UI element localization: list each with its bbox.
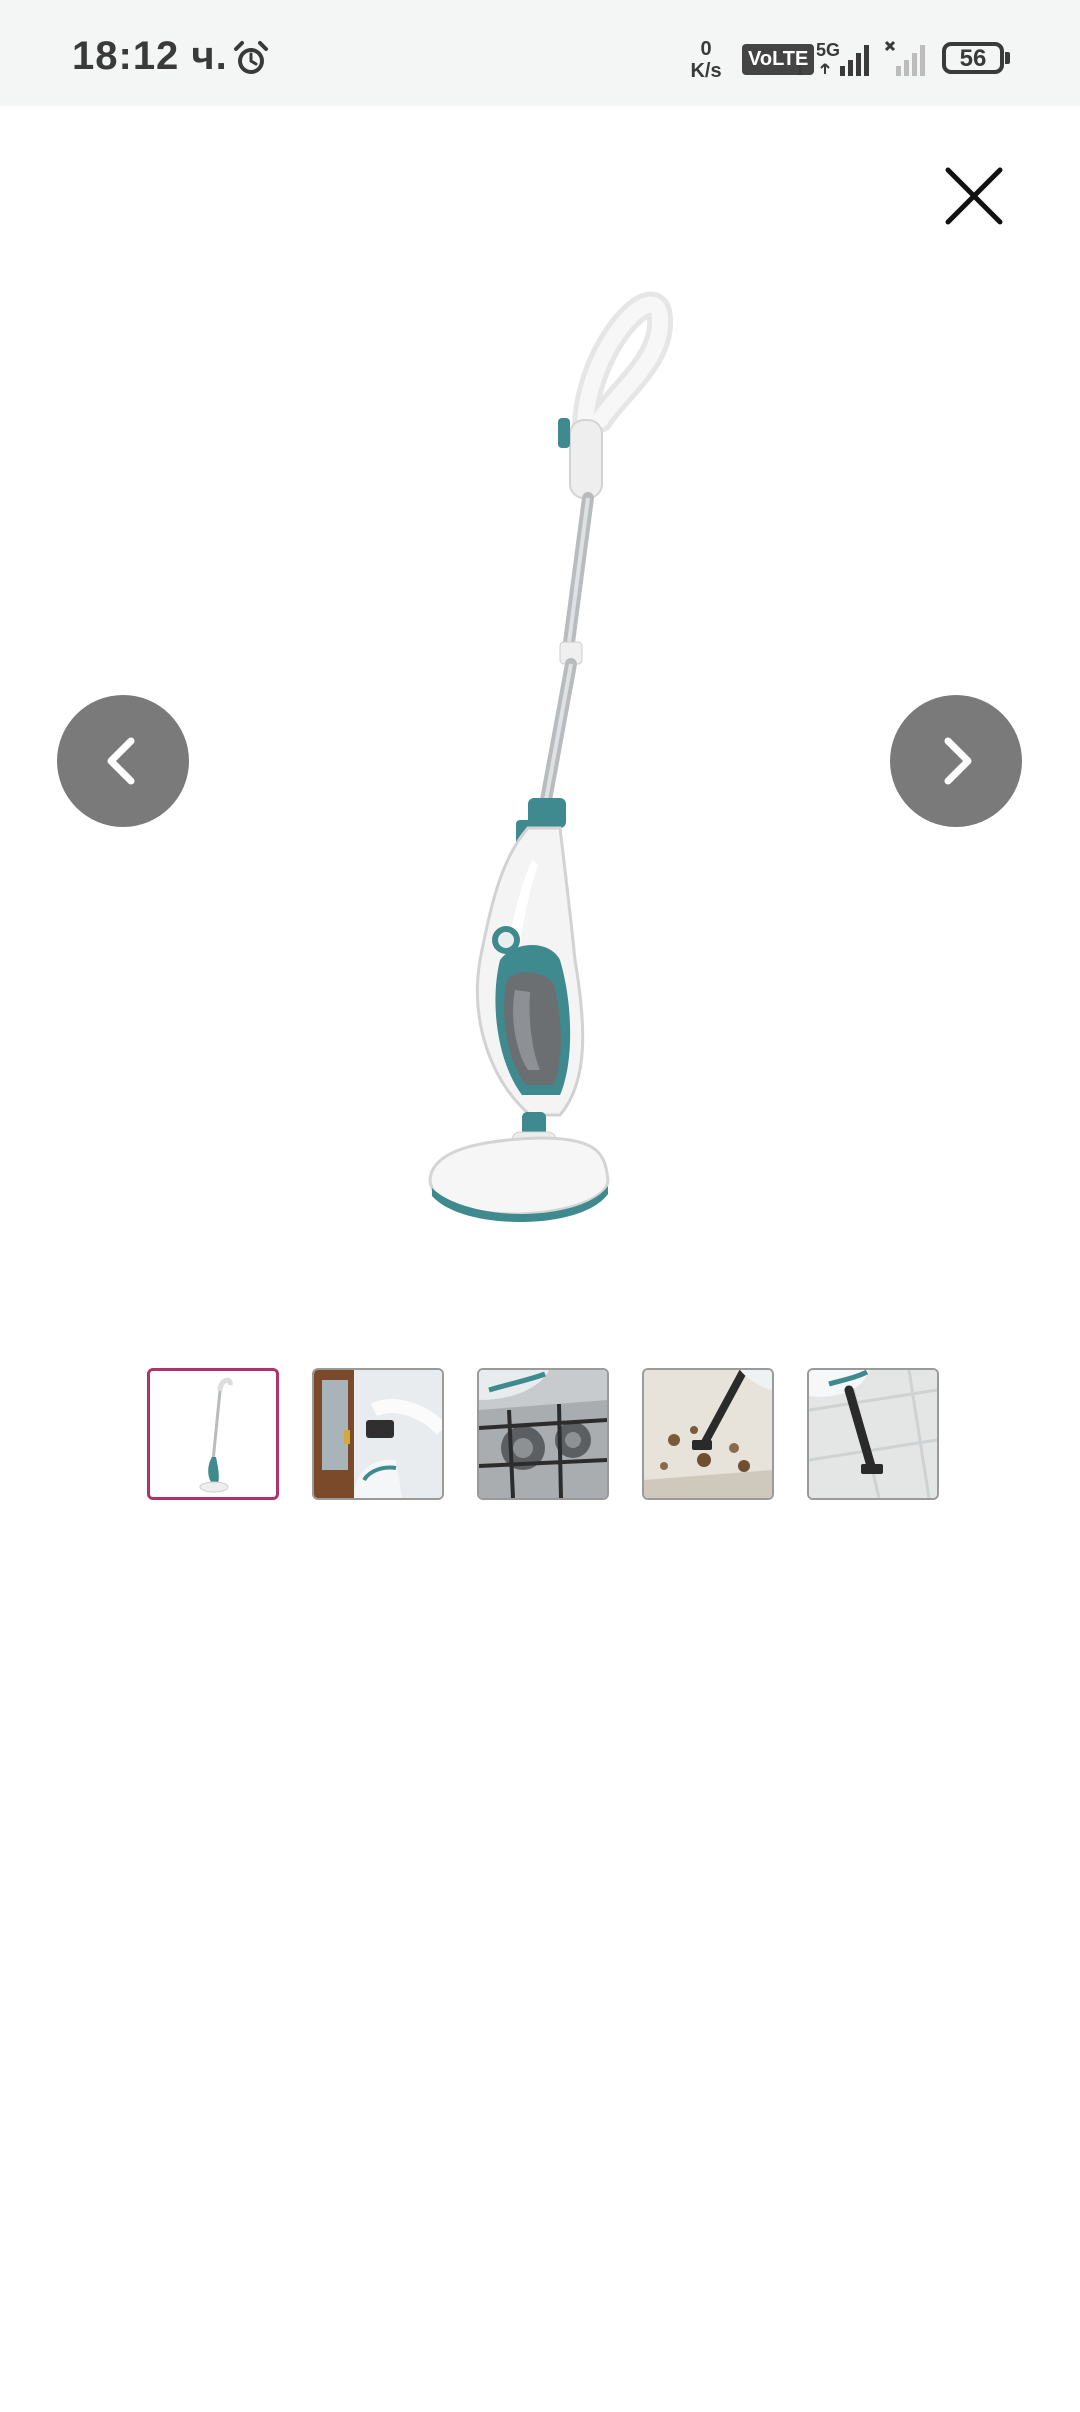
network-speed: 0 K/s	[684, 38, 728, 82]
thumbnail-1[interactable]	[147, 1368, 279, 1500]
close-icon	[945, 167, 1003, 225]
thumbnail-2-image	[314, 1370, 442, 1498]
chevron-right-icon	[944, 737, 972, 785]
thumbnail-5[interactable]	[807, 1368, 939, 1500]
thumbnail-1-image	[150, 1371, 276, 1497]
previous-image-button[interactable]	[57, 695, 189, 827]
next-image-button[interactable]	[890, 695, 1022, 827]
status-time: 18:12 ч.	[72, 34, 228, 78]
network-speed-value: 0	[700, 38, 712, 60]
thumbnail-strip	[147, 1368, 947, 1502]
battery-icon: 56	[942, 42, 1004, 74]
close-button[interactable]	[938, 160, 1010, 232]
thumbnail-2[interactable]	[312, 1368, 444, 1500]
main-product-image	[428, 291, 673, 1222]
alarm-icon	[234, 41, 268, 74]
thumbnail-4[interactable]	[642, 1368, 774, 1500]
chevron-left-icon	[107, 737, 135, 785]
status-bar: 18:12 ч. 0 K/s VoLTE 1 5G 56	[0, 0, 1080, 106]
battery-tip	[1005, 52, 1010, 64]
battery-level: 56	[959, 45, 987, 72]
thumbnail-3[interactable]	[477, 1368, 609, 1500]
thumbnail-4-image	[644, 1370, 772, 1498]
thumbnail-3-image	[479, 1370, 607, 1498]
signal-icon	[820, 45, 869, 76]
network-speed-unit: K/s	[690, 60, 722, 82]
thumbnail-5-image	[809, 1370, 937, 1498]
volte-sim-index: 1	[796, 62, 804, 78]
signal-no-sim-icon	[884, 40, 925, 76]
